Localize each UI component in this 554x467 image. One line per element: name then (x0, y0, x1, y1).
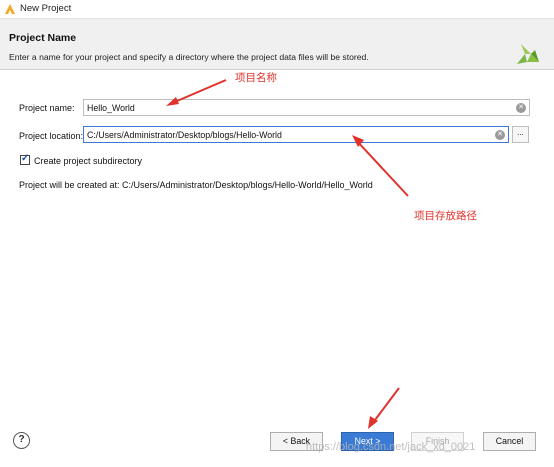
project-location-label: Project location: (19, 131, 84, 141)
clear-icon[interactable]: ✕ (516, 103, 526, 113)
create-subdirectory-checkbox[interactable]: ✓ (20, 153, 30, 165)
project-name-field[interactable]: Hello_World ✕ (83, 99, 530, 116)
checkbox-check-icon: ✓ (21, 153, 30, 164)
wizard-header: Project Name Enter a name for your proje… (0, 19, 554, 70)
project-location-field[interactable]: C:/Users/Administrator/Desktop/blogs/Hel… (83, 126, 509, 143)
project-path-preview: Project will be created at: C:/Users/Adm… (19, 180, 373, 190)
annotation-project-name: 项目名称 (235, 72, 277, 84)
vivado-app-icon (5, 4, 15, 14)
clear-icon[interactable]: ✕ (495, 130, 505, 140)
watermark: https://blog.csdn.net/jack_xd_0021 (306, 441, 476, 453)
xilinx-logo-icon (517, 44, 539, 64)
window-title: New Project (20, 3, 72, 14)
help-icon[interactable]: ? (13, 432, 30, 449)
create-subdirectory-label: Create project subdirectory (34, 156, 143, 166)
project-name-label: Project name: (19, 103, 75, 113)
title-bar: New Project (0, 0, 554, 19)
page-description: Enter a name for your project and specif… (9, 52, 369, 62)
browse-button[interactable]: ... (512, 126, 529, 143)
cancel-button[interactable]: Cancel (483, 432, 536, 451)
project-name-value: Hello_World (87, 103, 135, 113)
project-location-value: C:/Users/Administrator/Desktop/blogs/Hel… (87, 130, 282, 140)
annotation-project-location: 项目存放路径 (414, 210, 477, 222)
page-title: Project Name (9, 32, 77, 44)
